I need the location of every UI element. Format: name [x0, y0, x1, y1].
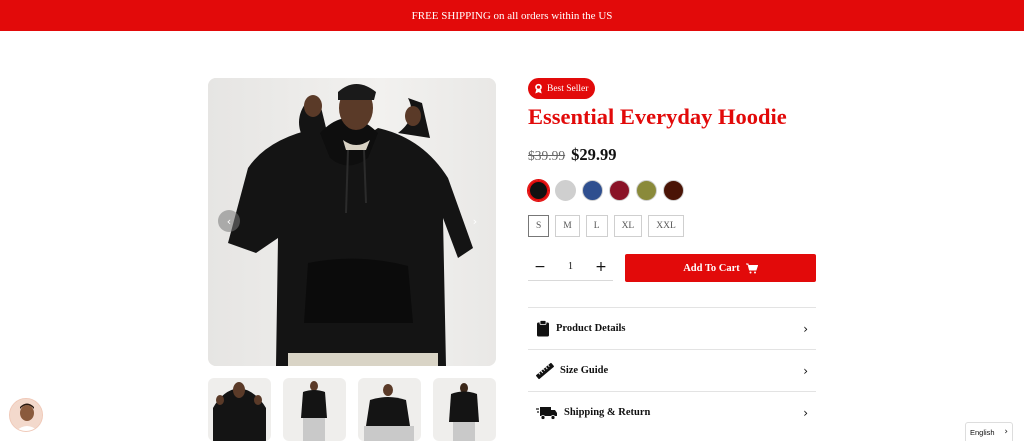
chevron-right-icon: › [472, 214, 478, 228]
chevron-left-icon: ‹ [226, 214, 232, 228]
original-price: $39.99 [528, 148, 566, 163]
best-seller-badge: Best Seller [528, 78, 596, 99]
clipboard-icon [537, 320, 549, 337]
quantity-value[interactable]: 1 [568, 261, 573, 272]
language-label: English [970, 427, 995, 437]
thumbnail-2[interactable] [283, 378, 346, 441]
badge-label: Best Seller [547, 83, 589, 94]
color-swatch-brown[interactable] [663, 180, 684, 201]
accordion-product-details[interactable]: Product Details › [528, 307, 816, 349]
thumbnail-4[interactable] [433, 378, 496, 441]
color-swatch-black[interactable] [527, 179, 550, 202]
ruler-icon [536, 362, 554, 379]
chevron-right-icon: › [1004, 427, 1008, 437]
quantity-stepper: − 1 + [528, 253, 613, 281]
announcement-bar: FREE SHIPPING on all orders within the U… [0, 0, 1024, 31]
size-option-xl[interactable]: XL [613, 215, 643, 237]
gallery-prev-button[interactable]: ‹ [218, 210, 240, 232]
increase-quantity-button[interactable]: + [589, 255, 613, 279]
color-swatch-olive[interactable] [636, 180, 657, 201]
add-to-cart-label: Add To Cart [683, 262, 740, 274]
color-swatch-blue[interactable] [582, 180, 603, 201]
accordion-label: Shipping & Return [564, 407, 651, 418]
minus-icon: − [534, 258, 546, 275]
thumbnail-1[interactable] [208, 378, 271, 441]
chevron-right-icon: › [803, 321, 808, 336]
size-option-m[interactable]: M [555, 215, 580, 237]
product-accordion: Product Details › Size Guide › Shipping … [528, 307, 816, 433]
truck-icon [536, 406, 557, 420]
accordion-size-guide[interactable]: Size Guide › [528, 349, 816, 391]
chat-avatar[interactable] [9, 398, 43, 432]
color-swatch-burgundy[interactable] [609, 180, 630, 201]
plus-icon: + [595, 258, 607, 275]
size-selector: S M L XL XXL [528, 215, 684, 237]
chevron-right-icon: › [803, 363, 808, 378]
language-selector[interactable]: English › [965, 422, 1013, 441]
add-to-cart-button[interactable]: Add To Cart [625, 254, 816, 282]
cart-icon [745, 263, 758, 273]
size-option-s[interactable]: S [528, 215, 550, 237]
thumbnail-strip [208, 378, 496, 441]
accordion-shipping-return[interactable]: Shipping & Return › [528, 391, 816, 433]
product-title: Essential Everyday Hoodie [528, 104, 787, 129]
sale-price: $29.99 [571, 145, 617, 164]
accordion-label: Size Guide [560, 365, 609, 376]
chevron-right-icon: › [803, 405, 808, 420]
main-product-image[interactable]: ‹ › [208, 78, 496, 366]
color-swatch-grey[interactable] [555, 180, 576, 201]
size-option-xxl[interactable]: XXL [648, 215, 684, 237]
gallery-next-button[interactable]: › [464, 210, 486, 232]
size-option-l[interactable]: L [585, 215, 608, 237]
price-row: $39.99 $29.99 [528, 145, 617, 165]
award-icon [535, 83, 542, 94]
announcement-text: FREE SHIPPING on all orders within the U… [411, 9, 613, 22]
color-swatches [527, 179, 684, 202]
accordion-label: Product Details [556, 323, 626, 334]
thumbnail-3[interactable] [358, 378, 421, 441]
decrease-quantity-button[interactable]: − [528, 255, 552, 279]
